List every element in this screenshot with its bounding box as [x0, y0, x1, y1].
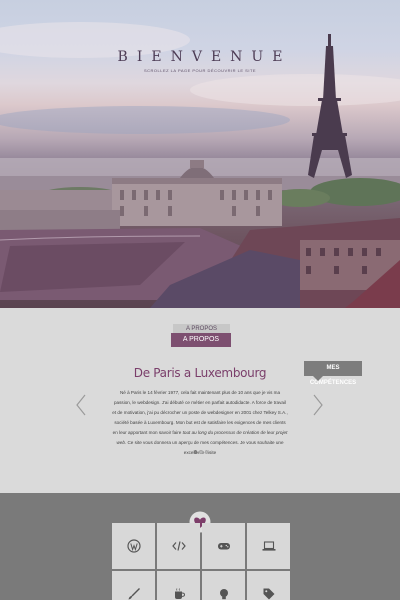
- about-text-part-1: Né à Paris le 14 février 1977, cela fait…: [112, 390, 288, 435]
- about-section: A PROPOS A PROPOS MES COMPÉTENCES De Par…: [0, 308, 400, 493]
- slider-dot[interactable]: [204, 450, 208, 454]
- slider-prev-arrow[interactable]: [75, 394, 87, 416]
- gamepad-icon: [217, 543, 230, 550]
- skill-tile-laptop[interactable]: [247, 523, 290, 569]
- slider-next-arrow[interactable]: [312, 394, 324, 416]
- hero-title: BIENVENUE: [117, 49, 292, 65]
- coffee-icon: [174, 588, 185, 599]
- chevron-left-icon: [76, 394, 86, 416]
- about-tab[interactable]: A PROPOS: [171, 333, 231, 347]
- skills-section: [0, 493, 400, 600]
- skill-tile-design[interactable]: [112, 571, 155, 600]
- hero-subtitle: Scrollez la page pour découvrir le site: [143, 68, 257, 73]
- skill-tile-tags[interactable]: [247, 571, 290, 600]
- slider-dot[interactable]: [194, 450, 198, 454]
- code-icon: [171, 541, 186, 551]
- brush-icon: [128, 588, 140, 600]
- skill-tile-wordpress[interactable]: [112, 523, 155, 569]
- skill-tile-ideas[interactable]: [202, 571, 245, 600]
- wordpress-icon: [126, 539, 141, 553]
- tag-icon: [263, 588, 274, 600]
- hero-banner: BIENVENUE Scrollez la page pour découvri…: [0, 0, 400, 308]
- chevron-right-icon: [313, 394, 323, 416]
- skill-tile-gaming[interactable]: [202, 523, 245, 569]
- lightbulb-icon: [219, 589, 228, 600]
- skill-tile-code[interactable]: [157, 523, 200, 569]
- laptop-icon: [262, 541, 275, 551]
- about-paragraph: Né à Paris le 14 février 1977, cela fait…: [112, 388, 288, 458]
- about-title: De Paris a Luxembourg: [133, 366, 267, 380]
- skill-tile-coffee[interactable]: [157, 571, 200, 600]
- paris-skyline-illustration: [0, 22, 400, 308]
- slider-dot[interactable]: [199, 450, 203, 454]
- slider-dots: [194, 450, 208, 455]
